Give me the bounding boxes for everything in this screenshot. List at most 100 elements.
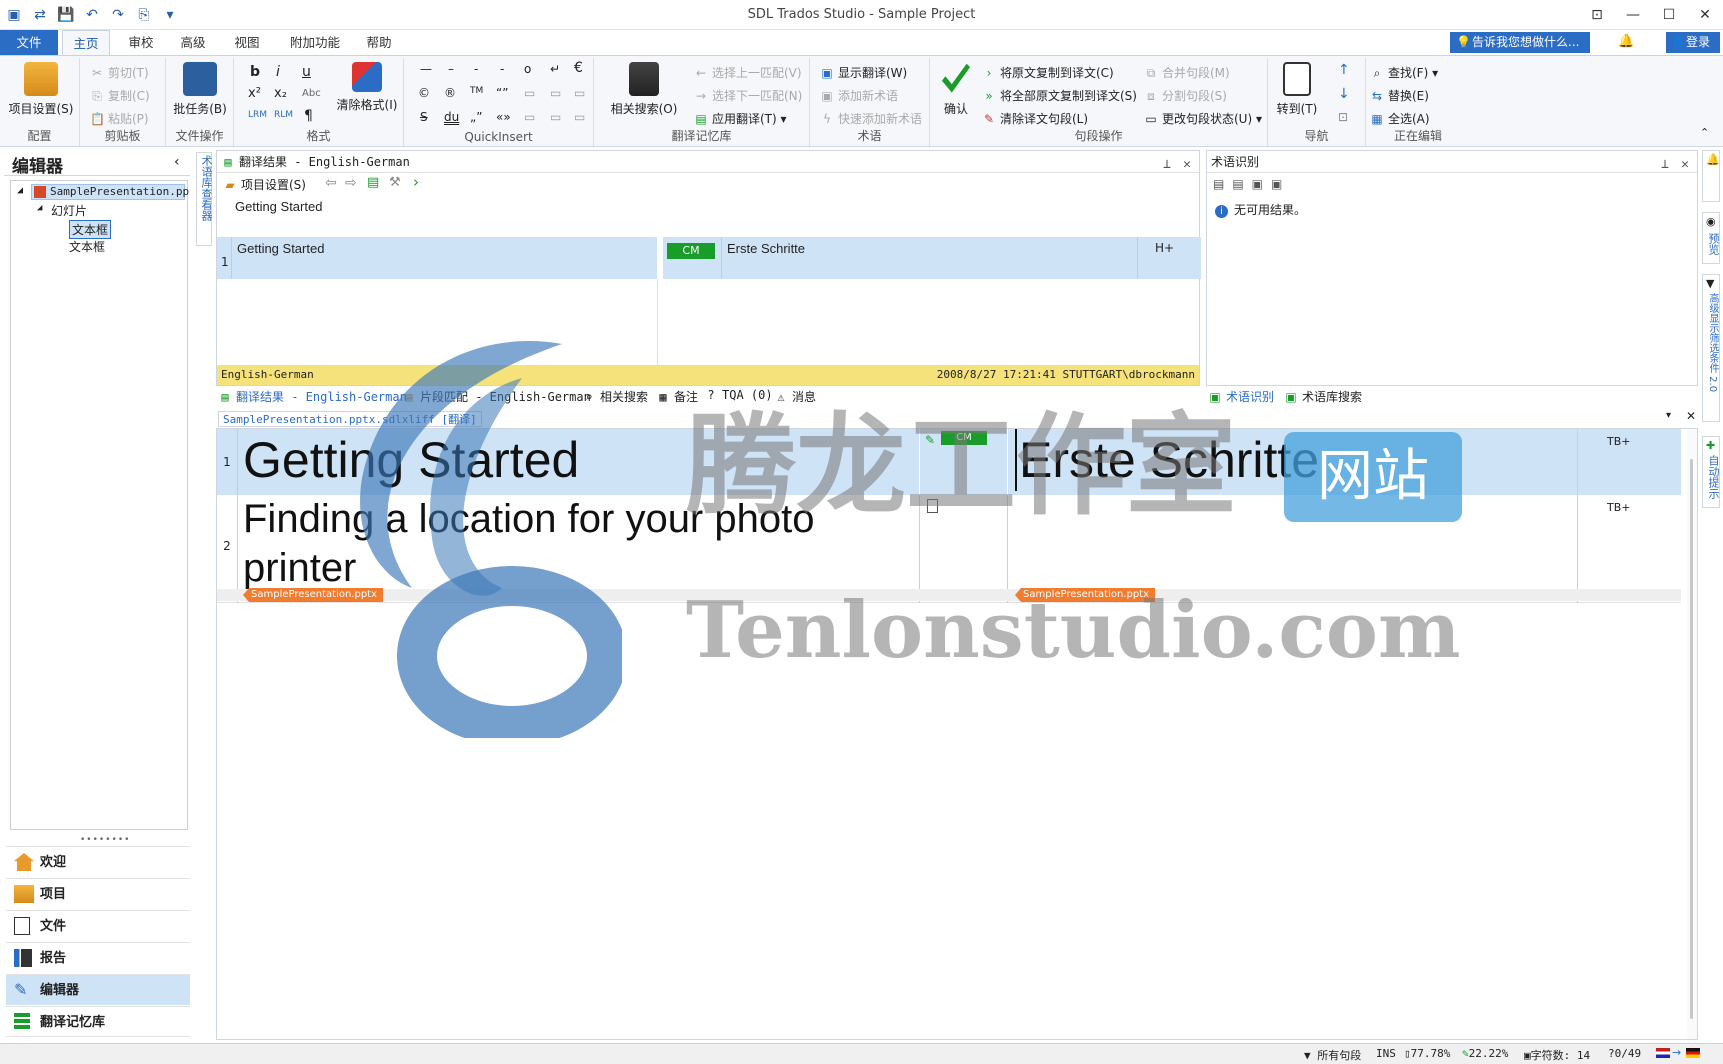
doc-close-icon[interactable]: ✕: [1686, 409, 1696, 423]
arrow-down-icon[interactable]: ↓: [1338, 86, 1350, 102]
concordance-button[interactable]: 相关搜索(O): [608, 62, 680, 117]
italic-button[interactable]: i: [276, 64, 280, 80]
prev-match-button[interactable]: ← 选择上一匹配(V): [694, 64, 802, 81]
qi-hyphen[interactable]: -: [474, 62, 478, 76]
qi-euro[interactable]: €: [574, 60, 583, 76]
qi-minus[interactable]: -: [500, 62, 504, 76]
tab-file[interactable]: 文件: [0, 30, 58, 55]
next-result-icon[interactable]: ›: [413, 173, 419, 191]
nav-projects[interactable]: 项目: [6, 878, 190, 909]
qi-guillemets[interactable]: «»: [496, 110, 511, 124]
editor-scrollbar[interactable]: [1687, 429, 1697, 1039]
qi-registered[interactable]: ®: [444, 86, 456, 100]
close-button[interactable]: ✕: [1687, 0, 1723, 30]
qi-tag6-icon[interactable]: ▭: [574, 110, 585, 124]
select-all-button[interactable]: ▦ 全选(A): [1370, 110, 1429, 127]
qi-return-icon[interactable]: ↵: [550, 62, 560, 76]
add-term-button[interactable]: ▣ 添加新术语: [820, 87, 898, 104]
bold-button[interactable]: b: [250, 64, 260, 80]
tab-addins[interactable]: 附加功能: [284, 30, 346, 55]
subscript-button[interactable]: x₂: [274, 86, 287, 101]
segment-filter[interactable]: ▼ 所有句段: [1304, 1047, 1361, 1063]
close-panel-icon[interactable]: ✕: [1183, 154, 1191, 176]
preview-strip[interactable]: ◉ 预览: [1702, 212, 1720, 264]
autosuggest-strip[interactable]: ✚ 自动提示: [1702, 436, 1720, 508]
quick-add-term-button[interactable]: ϟ 快速添加新术语: [820, 110, 922, 127]
document-tab[interactable]: SamplePresentation.pptx.sdlxliff [翻译]: [218, 411, 482, 427]
clear-format-button[interactable]: 清除格式(I): [330, 62, 404, 113]
tab-tqa[interactable]: ? TQA (0): [704, 388, 772, 402]
segment-source[interactable]: Getting Started: [243, 429, 579, 491]
termbase-viewer-strip[interactable]: 术语库查看器: [196, 152, 213, 246]
minimize-button[interactable]: —: [1615, 0, 1651, 30]
term-pin-icon[interactable]: ⊥: [1661, 154, 1669, 176]
pilcrow-icon[interactable]: ¶: [304, 108, 313, 124]
tree-item-textbox-2[interactable]: 文本框: [69, 238, 105, 255]
qi-low-quotes[interactable]: „”: [470, 110, 482, 124]
find-button[interactable]: ⌕ 查找(F) ▾: [1370, 64, 1439, 81]
doc-dropdown-icon[interactable]: ▾: [1666, 410, 1671, 421]
nav-welcome[interactable]: 欢迎: [6, 846, 190, 877]
qi-tag-icon[interactable]: ▭: [524, 86, 535, 100]
superscript-button[interactable]: x²: [248, 86, 261, 101]
term-close-icon[interactable]: ✕: [1681, 154, 1689, 176]
tab-review[interactable]: 审校: [118, 30, 164, 55]
insert-mode[interactable]: INS: [1376, 1047, 1396, 1060]
qi-en-dash[interactable]: –: [448, 62, 454, 76]
goto-button[interactable]: 转到(T): [1272, 62, 1322, 117]
qi-strike[interactable]: S: [420, 110, 428, 124]
batch-tasks-button[interactable]: 批任务(B): [166, 62, 234, 117]
bookmark-icon[interactable]: ⊡: [1338, 110, 1348, 124]
nav-editor[interactable]: ✎ 编辑器: [6, 974, 190, 1005]
collapse-left-icon[interactable]: ‹: [174, 154, 180, 170]
qi-double-underline[interactable]: du: [444, 110, 459, 124]
forward-arrow-icon[interactable]: ⇨: [345, 175, 357, 191]
restore-ribbon-icon[interactable]: ⊡: [1579, 0, 1615, 30]
lrm-icon[interactable]: LRM: [248, 110, 267, 120]
login-button[interactable]: 👤 登录: [1666, 32, 1720, 53]
tab-view[interactable]: 视图: [224, 30, 270, 55]
apply-translation-button[interactable]: ▤ 应用翻译(T) ▾: [694, 110, 786, 127]
merge-segments-button[interactable]: ⧉ 合并句段(M): [1144, 64, 1230, 81]
copy-source-button[interactable]: › 将原文复制到译文(C): [982, 64, 1114, 81]
maximize-button[interactable]: ☐: [1651, 0, 1687, 30]
qi-quotes[interactable]: “”: [496, 86, 508, 100]
nav-files[interactable]: 文件: [6, 910, 190, 941]
cut-button[interactable]: ✂ 剪切(T): [90, 64, 149, 81]
qi-tag5-icon[interactable]: ▭: [550, 110, 561, 124]
tree-item-slides[interactable]: 幻灯片: [51, 202, 87, 219]
nav-reports[interactable]: 报告: [6, 942, 190, 973]
splitter-grip[interactable]: ••••••••: [80, 835, 130, 845]
scrollbar-thumb[interactable]: [1690, 459, 1693, 1019]
notification-strip[interactable]: 🔔: [1702, 150, 1720, 202]
qi-degree[interactable]: o: [524, 62, 531, 76]
tree-item-textbox-1[interactable]: 文本框: [69, 220, 112, 239]
show-translation-button[interactable]: ▣ 显示翻译(W): [820, 64, 907, 81]
qi-copyright[interactable]: ©: [418, 86, 430, 100]
bell-icon[interactable]: 🔔: [1618, 34, 1634, 49]
tab-fragment-match[interactable]: ▤ 片段匹配 - English-German: [402, 388, 590, 405]
change-status-button[interactable]: ▭ 更改句段状态(U) ▾: [1144, 110, 1262, 127]
underline-button[interactable]: u: [302, 64, 311, 80]
rlm-icon[interactable]: RLM: [274, 110, 293, 120]
tab-home[interactable]: 主页: [62, 30, 110, 55]
confirm-button[interactable]: 确认: [934, 62, 978, 117]
paste-button[interactable]: 📋 粘贴(P): [90, 110, 149, 127]
filter-strip[interactable]: ▼ 高级显示筛选条件 2.0: [1702, 274, 1720, 422]
term-toolbar[interactable]: ▤▤▣▣: [1213, 177, 1290, 191]
split-segment-button[interactable]: ⧈ 分割句段(S): [1144, 87, 1227, 104]
qi-tag3-icon[interactable]: ▭: [574, 86, 585, 100]
trans-settings-button[interactable]: ▰ 项目设置(S): [223, 176, 306, 193]
apply-icon[interactable]: ▤: [367, 175, 379, 190]
tab-concordance[interactable]: ⌕ 相关搜索: [582, 388, 648, 405]
tab-translation-results[interactable]: ▤ 翻译结果 - English-German: [218, 388, 406, 405]
case-icon[interactable]: Abc: [302, 88, 321, 99]
copy-all-source-button[interactable]: » 将全部原文复制到译文(S): [982, 87, 1137, 104]
qi-tag2-icon[interactable]: ▭: [550, 86, 561, 100]
tab-termbase-search[interactable]: ▣ 术语库搜索: [1284, 388, 1362, 405]
tab-advanced[interactable]: 高级: [170, 30, 216, 55]
tell-me-box[interactable]: 💡 告诉我您想做什么...: [1450, 32, 1590, 53]
replace-button[interactable]: ⇆ 替换(E): [1370, 87, 1429, 104]
arrow-up-icon[interactable]: ↑: [1338, 62, 1350, 78]
collapse-ribbon-icon[interactable]: ⌃: [1700, 126, 1709, 139]
